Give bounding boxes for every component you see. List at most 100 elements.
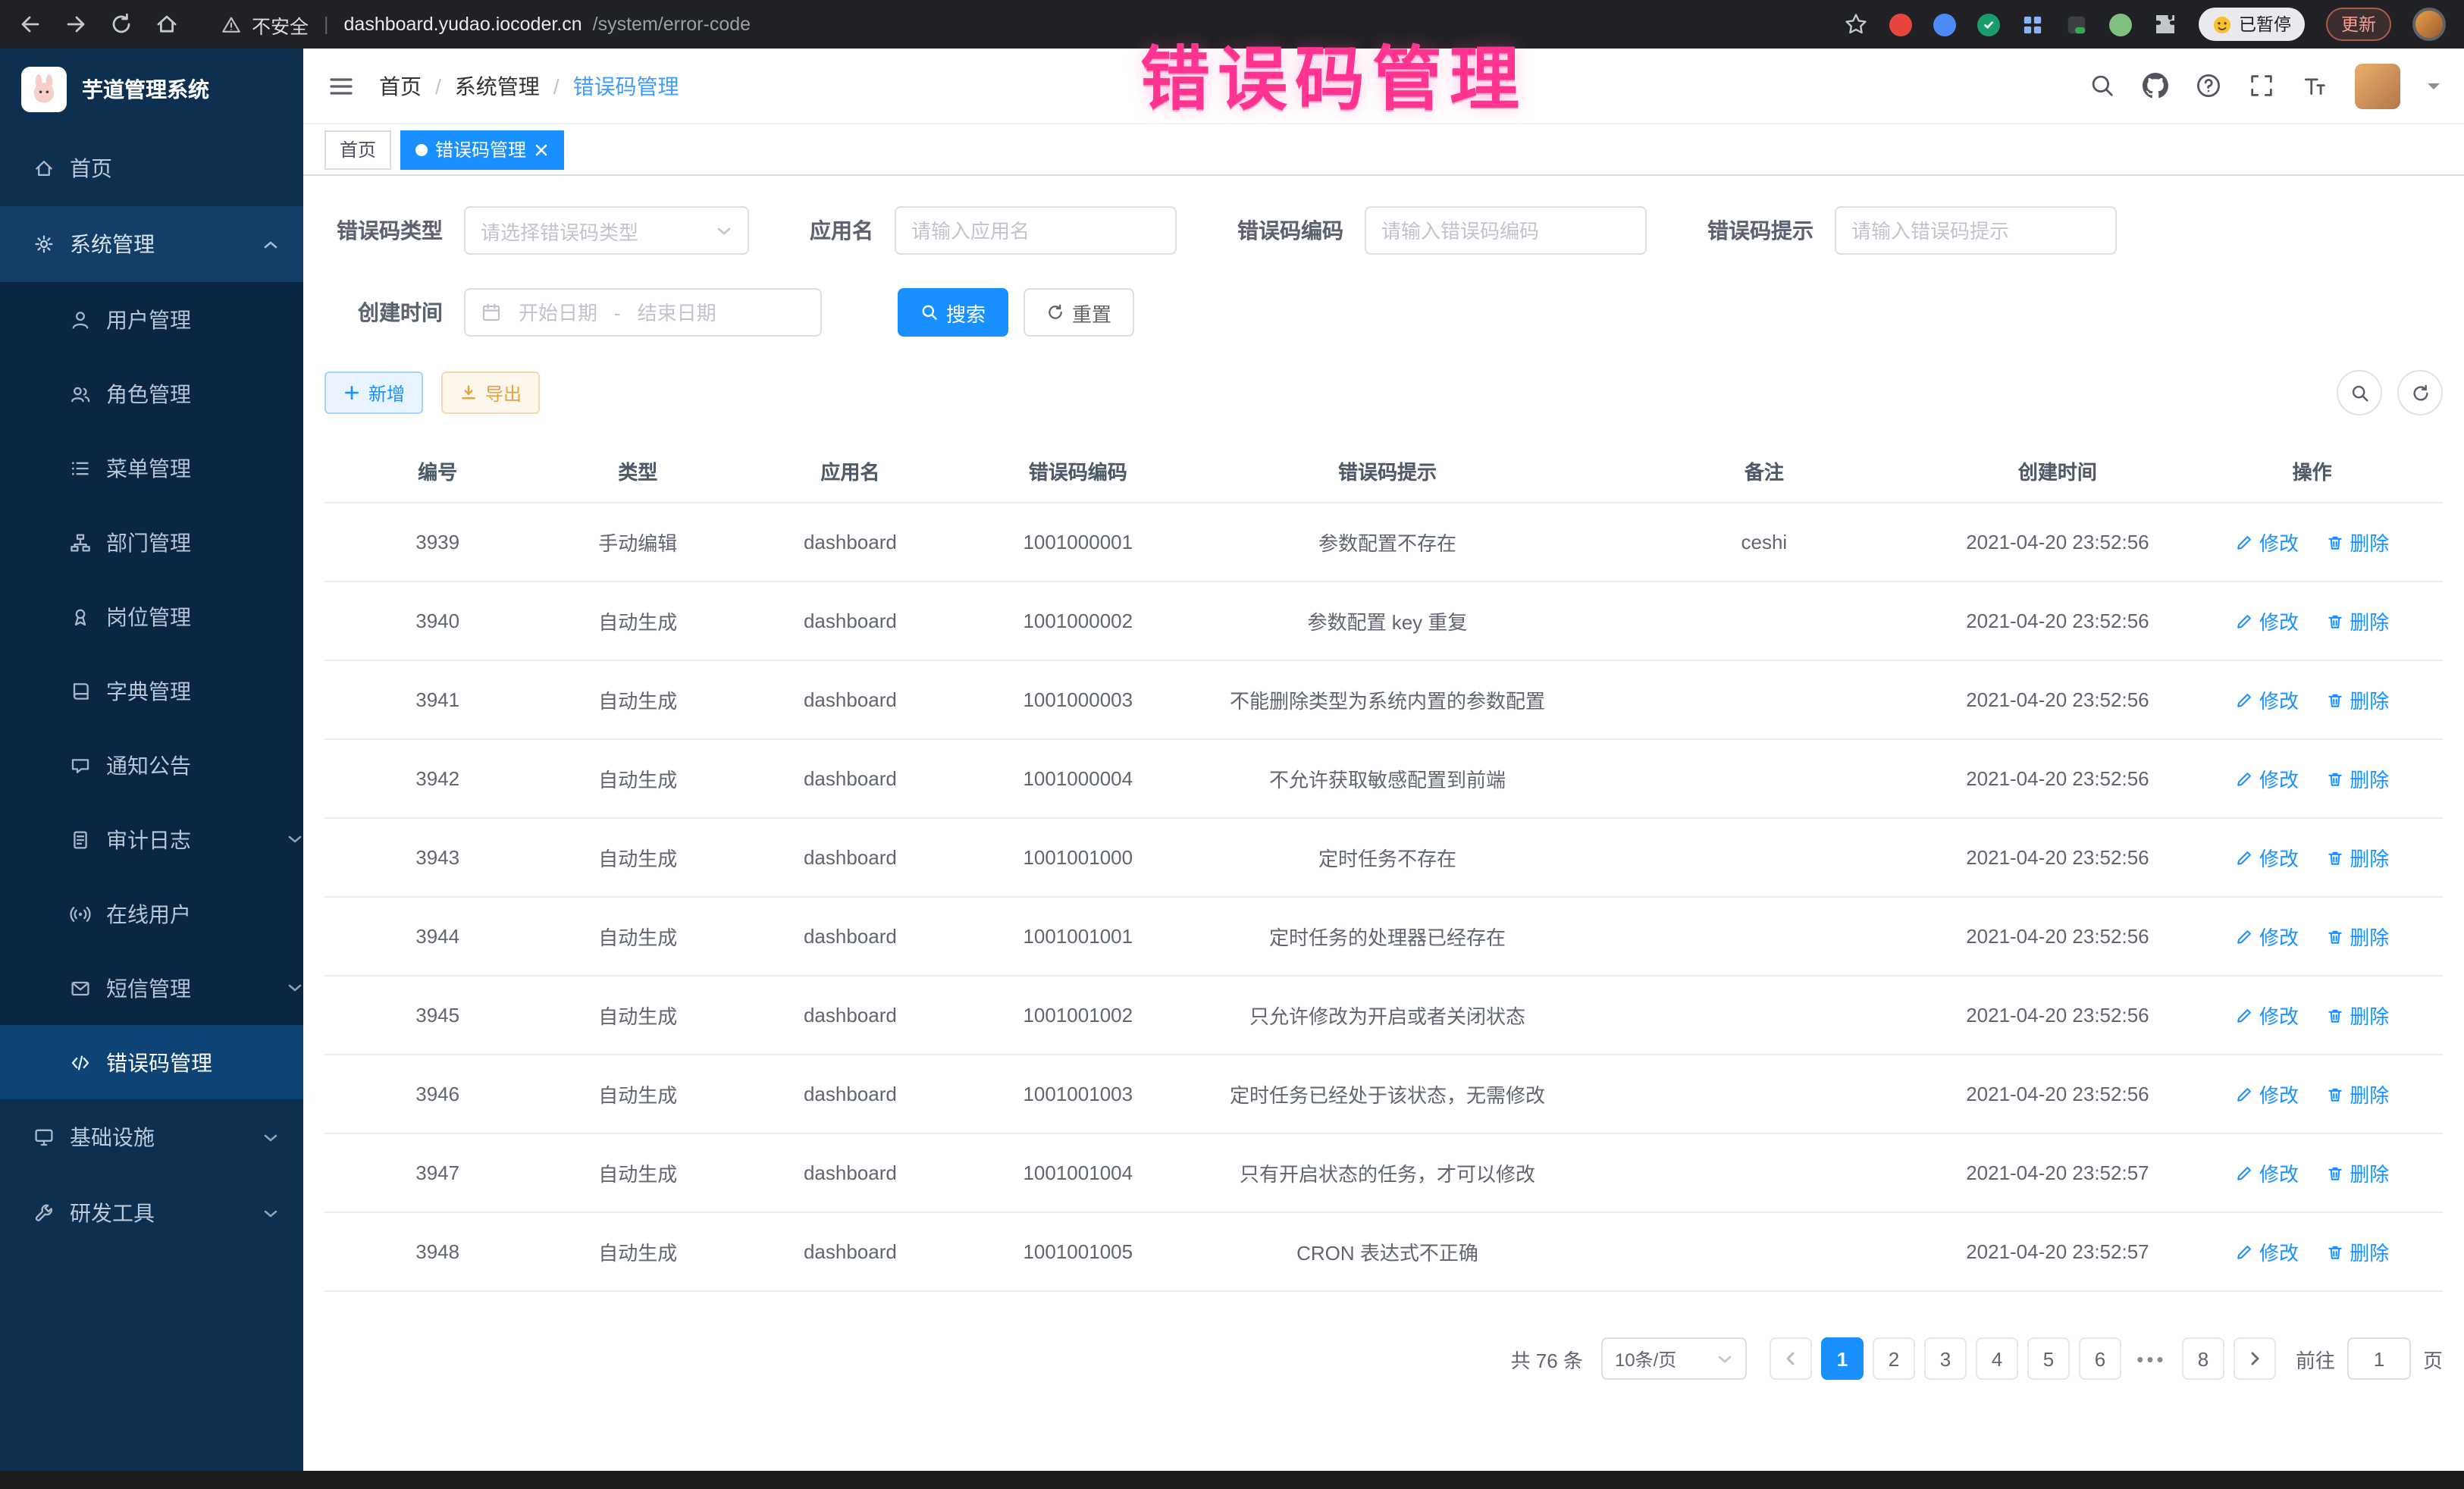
edit-link[interactable]: 修改	[2235, 922, 2299, 951]
sidebar-item-online-users[interactable]: 在线用户	[0, 876, 303, 951]
tab-home[interactable]: 首页	[324, 130, 391, 169]
cell-type: 自动生成	[550, 1055, 725, 1133]
edit-link[interactable]: 修改	[2235, 843, 2299, 872]
extension-red-icon[interactable]	[1889, 13, 1911, 36]
forward-icon[interactable]	[64, 12, 88, 36]
user-avatar[interactable]	[2355, 63, 2400, 108]
help-icon[interactable]	[2196, 73, 2221, 99]
extension-blue-icon[interactable]	[1933, 13, 1955, 36]
font-size-icon[interactable]	[2302, 73, 2328, 99]
cell-app-name: dashboard	[725, 818, 976, 897]
page-button-2[interactable]: 2	[1873, 1337, 1915, 1380]
app-name-input[interactable]	[911, 219, 1160, 242]
fullscreen-icon[interactable]	[2249, 73, 2274, 99]
edit-link[interactable]: 修改	[2235, 764, 2299, 793]
delete-link[interactable]: 删除	[2325, 843, 2389, 872]
edit-link[interactable]: 修改	[2235, 1001, 2299, 1030]
error-type-select[interactable]: 请选择错误码类型	[464, 206, 749, 255]
sidebar-item-home[interactable]: 首页	[0, 130, 303, 206]
start-date-input[interactable]	[511, 301, 605, 324]
app-logo[interactable]: 芋道管理系统	[0, 49, 303, 130]
sidebar-item-role-mgmt[interactable]: 角色管理	[0, 356, 303, 431]
sidebar-item-system-mgmt[interactable]: 系统管理	[0, 206, 303, 282]
error-code-input[interactable]	[1381, 219, 1630, 242]
edit-link[interactable]: 修改	[2235, 607, 2299, 635]
page-size-select[interactable]: 10条/页	[1601, 1337, 1747, 1380]
sidebar-item-post-mgmt[interactable]: 岗位管理	[0, 579, 303, 654]
bookmark-star-icon[interactable]	[1843, 12, 1867, 36]
edit-link[interactable]: 修改	[2235, 1237, 2299, 1266]
delete-link[interactable]: 删除	[2325, 1001, 2389, 1030]
page-button-8[interactable]: 8	[2182, 1337, 2224, 1380]
github-icon[interactable]	[2143, 73, 2168, 99]
error-hint-field[interactable]	[1835, 206, 2117, 255]
search-button[interactable]: 搜索	[898, 288, 1008, 337]
page-button-5[interactable]: 5	[2027, 1337, 2070, 1380]
delete-link[interactable]: 删除	[2325, 764, 2389, 793]
avatar-caret-down-icon[interactable]	[2428, 83, 2440, 95]
dev-tools-icon	[33, 1202, 55, 1224]
prev-page-button[interactable]	[1770, 1337, 1812, 1380]
profile-paused-badge[interactable]: 已暂停	[2198, 8, 2305, 41]
next-page-button[interactable]	[2234, 1337, 2276, 1380]
cell-id: 3940	[324, 581, 550, 660]
back-icon[interactable]	[18, 12, 42, 36]
error-hint-input[interactable]	[1851, 219, 2100, 242]
delete-link[interactable]: 删除	[2325, 922, 2389, 951]
delete-link[interactable]: 删除	[2325, 1080, 2389, 1108]
tab-close-icon[interactable]	[534, 142, 549, 157]
puzzle-extensions-icon[interactable]	[2152, 12, 2177, 36]
sidebar-item-sms-mgmt[interactable]: 短信管理	[0, 951, 303, 1025]
refresh-table-button[interactable]	[2397, 370, 2443, 415]
extension-on-badge-icon[interactable]	[2064, 13, 2087, 36]
sidebar-item-dict-mgmt[interactable]: 字典管理	[0, 654, 303, 728]
address-bar[interactable]: 不安全 | dashboard.yudao.iocoder.cn/system/…	[221, 10, 751, 39]
edit-link[interactable]: 修改	[2235, 1080, 2299, 1108]
delete-link[interactable]: 删除	[2325, 528, 2389, 556]
sidebar-item-notice[interactable]: 通知公告	[0, 728, 303, 802]
page-button-4[interactable]: 4	[1976, 1337, 2018, 1380]
hamburger-icon[interactable]	[328, 72, 355, 99]
delete-link[interactable]: 删除	[2325, 685, 2389, 714]
breadcrumb-system-mgmt[interactable]: 系统管理	[455, 71, 540, 101]
chevron-down-icon	[262, 1129, 279, 1146]
browser-update-button[interactable]: 更新	[2326, 8, 2391, 41]
edit-link[interactable]: 修改	[2235, 1158, 2299, 1187]
sidebar-item-audit-log[interactable]: 审计日志	[0, 802, 303, 876]
delete-link[interactable]: 删除	[2325, 1237, 2389, 1266]
reset-button[interactable]: 重置	[1024, 288, 1134, 337]
create-time-range-picker[interactable]: -	[464, 288, 822, 337]
toggle-search-button[interactable]	[2337, 370, 2382, 415]
extension-leaf-icon[interactable]	[2108, 13, 2131, 36]
home-icon[interactable]	[155, 12, 179, 36]
add-button[interactable]: 新增	[324, 371, 423, 414]
export-button[interactable]: 导出	[441, 371, 540, 414]
page-button-1[interactable]: 1	[1821, 1337, 1864, 1380]
sidebar-item-menu-mgmt[interactable]: 菜单管理	[0, 431, 303, 505]
tab-error-code-mgmt[interactable]: 错误码管理	[400, 130, 564, 169]
extension-grid-icon[interactable]	[2020, 13, 2043, 36]
app-name-field[interactable]	[895, 206, 1177, 255]
search-icon[interactable]	[2089, 73, 2115, 99]
total-count: 共 76 条	[1511, 1344, 1583, 1373]
edit-link[interactable]: 修改	[2235, 685, 2299, 714]
sidebar-item-infrastructure[interactable]: 基础设施	[0, 1099, 303, 1175]
edit-link[interactable]: 修改	[2235, 528, 2299, 556]
end-date-input[interactable]	[630, 301, 724, 324]
delete-link[interactable]: 删除	[2325, 1158, 2389, 1187]
reload-icon[interactable]	[109, 12, 133, 36]
sidebar-item-dept-mgmt[interactable]: 部门管理	[0, 505, 303, 579]
page-button-3[interactable]: 3	[1924, 1337, 1967, 1380]
sidebar-item-dev-tools[interactable]: 研发工具	[0, 1175, 303, 1251]
more-pages-button[interactable]: •••	[2130, 1337, 2173, 1380]
sidebar-item-label: 字典管理	[106, 676, 191, 706]
browser-profile-avatar[interactable]	[2412, 8, 2446, 41]
breadcrumb-home[interactable]: 首页	[379, 71, 422, 101]
sidebar-item-error-code-mgmt[interactable]: 错误码管理	[0, 1025, 303, 1099]
error-code-field[interactable]	[1365, 206, 1647, 255]
page-button-6[interactable]: 6	[2079, 1337, 2121, 1380]
delete-link[interactable]: 删除	[2325, 607, 2389, 635]
goto-page-input[interactable]	[2347, 1337, 2411, 1380]
sidebar-item-user-mgmt[interactable]: 用户管理	[0, 282, 303, 356]
extension-green-check-icon[interactable]	[1977, 13, 1999, 36]
